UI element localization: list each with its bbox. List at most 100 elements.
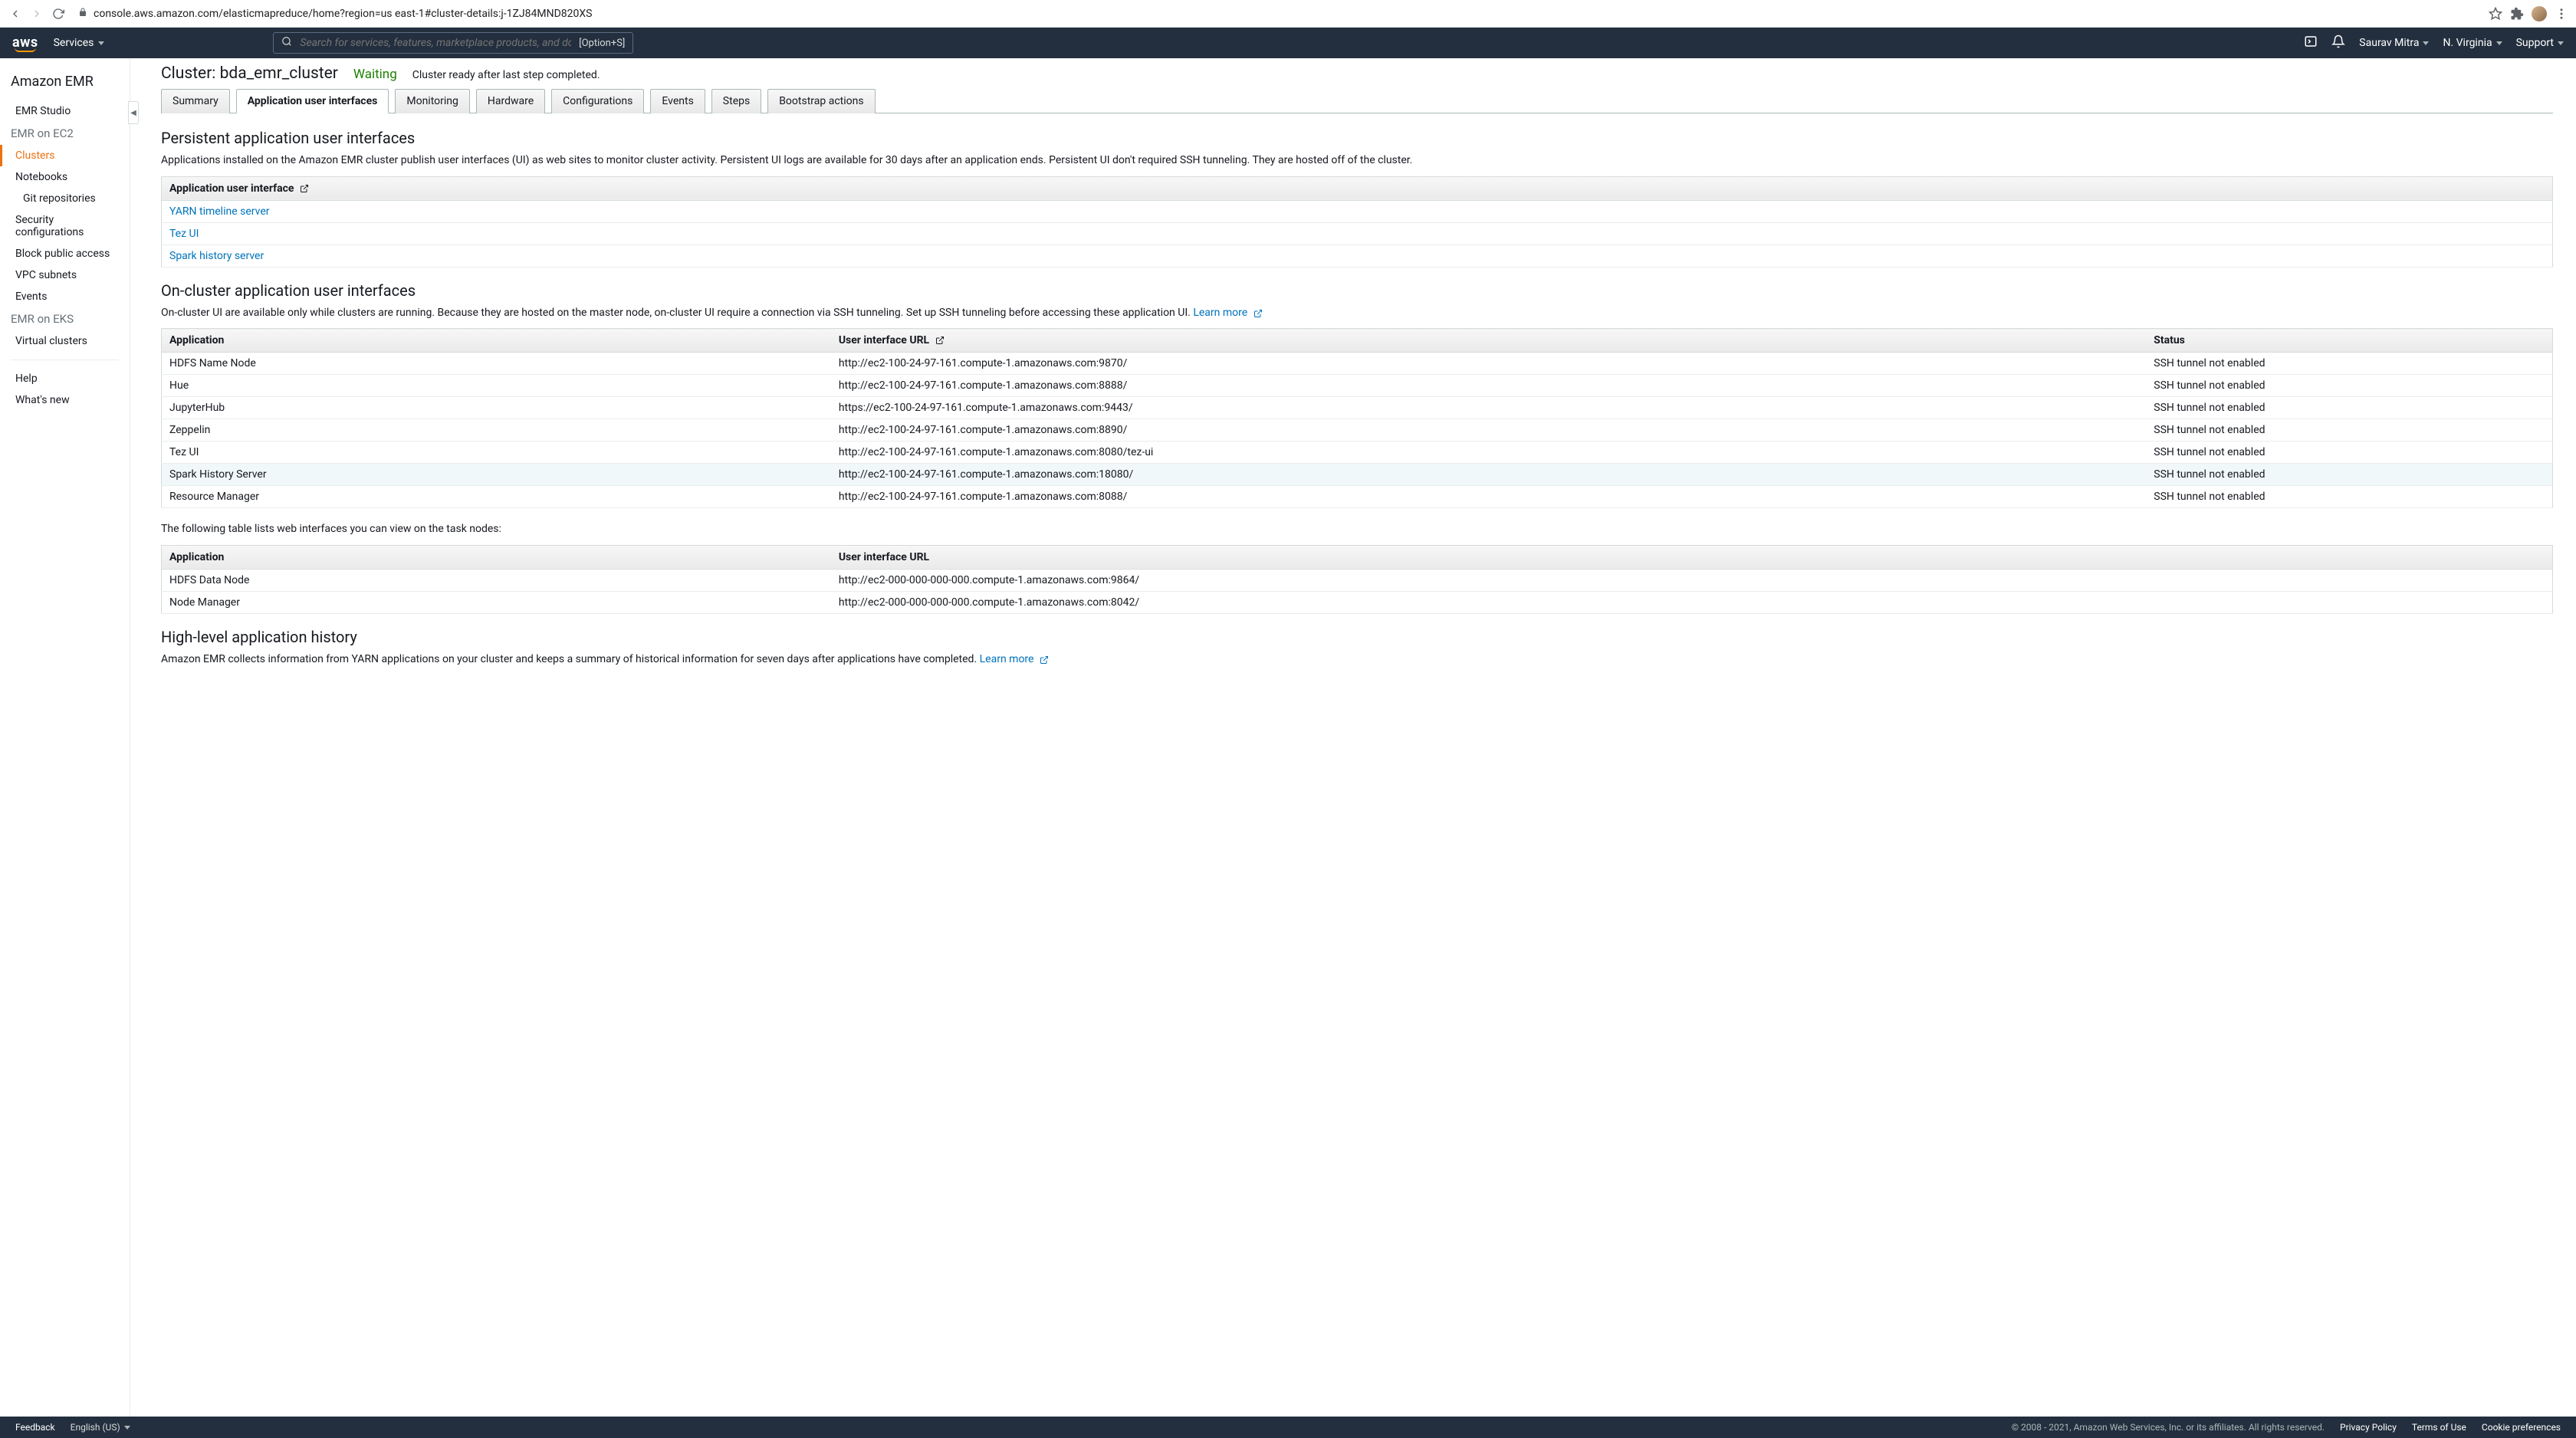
tab-bar: SummaryApplication user interfacesMonito…	[161, 89, 2553, 113]
sidebar-item[interactable]: Events	[0, 286, 130, 307]
sidebar-item[interactable]: What's new	[0, 389, 130, 411]
table-row: HDFS Data Nodehttp://ec2-000-000-000-000…	[162, 569, 2553, 591]
extensions-icon[interactable]	[2510, 7, 2524, 21]
table-row: HDFS Name Nodehttp://ec2-100-24-97-161.c…	[162, 353, 2553, 375]
cell-app: Tez UI	[162, 442, 831, 464]
sidebar-item[interactable]: Git repositories	[0, 188, 130, 209]
cell-url: http://ec2-100-24-97-161.compute-1.amazo…	[831, 375, 2146, 397]
cell-url: http://ec2-100-24-97-161.compute-1.amazo…	[831, 442, 2146, 464]
tab[interactable]: Summary	[161, 89, 230, 113]
cell-app: Hue	[162, 375, 831, 397]
learn-more-link[interactable]: Learn more	[1193, 307, 1262, 319]
browser-chrome: console.aws.amazon.com/elasticmapreduce/…	[0, 0, 2576, 28]
app-ui-link[interactable]: Tez UI	[169, 228, 199, 240]
cell-app: HDFS Name Node	[162, 353, 831, 375]
tab[interactable]: Application user interfaces	[236, 89, 389, 113]
support-menu[interactable]: Support	[2516, 37, 2564, 49]
cell-app: JupyterHub	[162, 397, 831, 419]
tab[interactable]: Configurations	[551, 89, 644, 113]
page-title: Cluster: bda_emr_cluster	[161, 64, 338, 83]
browser-menu-icon[interactable]	[2555, 7, 2568, 21]
privacy-link[interactable]: Privacy Policy	[2340, 1422, 2397, 1433]
support-label: Support	[2516, 37, 2554, 49]
caret-down-icon	[2496, 41, 2502, 45]
tasknodes-table: Application User interface URL HDFS Data…	[161, 545, 2553, 614]
sidebar-item[interactable]: Virtual clusters	[0, 330, 130, 352]
oncluster-desc: On-cluster UI are available only while c…	[161, 306, 2553, 321]
app-ui-link[interactable]: Spark history server	[169, 250, 264, 262]
table-row: JupyterHubhttps://ec2-100-24-97-161.comp…	[162, 397, 2553, 419]
cell-status: SSH tunnel not enabled	[2146, 442, 2552, 464]
col-application: Application	[162, 329, 831, 353]
sidebar-item[interactable]: Security configurations	[0, 209, 130, 243]
cell-url: http://ec2-100-24-97-161.compute-1.amazo…	[831, 353, 2146, 375]
sidebar-item[interactable]: VPC subnets	[0, 264, 130, 286]
caret-down-icon	[2558, 41, 2564, 45]
account-name: Saurav Mitra	[2359, 37, 2419, 49]
tab[interactable]: Steps	[711, 89, 761, 113]
feedback-link[interactable]: Feedback	[15, 1422, 55, 1433]
browser-url-bar[interactable]: console.aws.amazon.com/elasticmapreduce/…	[72, 5, 2482, 23]
sidebar-section-label: EMR on EC2	[0, 122, 130, 145]
aws-logo[interactable]: aws	[12, 34, 38, 52]
learn-more-link[interactable]: Learn more	[980, 653, 1049, 665]
cookies-link[interactable]: Cookie preferences	[2482, 1422, 2561, 1433]
sidebar-section-label: EMR on EKS	[0, 307, 130, 330]
notifications-icon[interactable]	[2331, 34, 2345, 51]
star-icon[interactable]	[2489, 7, 2502, 21]
console-footer: Feedback English (US) © 2008 - 2021, Ama…	[0, 1417, 2576, 1438]
language-selector[interactable]: English (US)	[71, 1422, 130, 1433]
external-link-icon	[935, 336, 945, 345]
cell-status: SSH tunnel not enabled	[2146, 486, 2552, 508]
tab[interactable]: Bootstrap actions	[767, 89, 875, 113]
browser-back-button[interactable]	[8, 6, 23, 21]
main-content: Cluster: bda_emr_cluster Waiting Cluster…	[130, 58, 2576, 1417]
search-shortcut: [Option+S]	[579, 38, 625, 49]
external-link-icon	[1040, 655, 1049, 664]
sidebar-item[interactable]: Notebooks	[0, 166, 130, 188]
cell-url: https://ec2-100-24-97-161.compute-1.amaz…	[831, 397, 2146, 419]
cell-status: SSH tunnel not enabled	[2146, 397, 2552, 419]
terms-link[interactable]: Terms of Use	[2412, 1422, 2466, 1433]
sidebar-item[interactable]: Clusters	[0, 145, 130, 166]
cell-url: http://ec2-000-000-000-000.compute-1.ama…	[831, 569, 2553, 591]
history-heading: High-level application history	[161, 628, 2553, 646]
caret-down-icon	[124, 1426, 130, 1430]
col-url: User interface URL	[831, 329, 2146, 353]
region-menu[interactable]: N. Virginia	[2443, 37, 2502, 49]
external-link-icon	[300, 184, 309, 193]
browser-profile-avatar[interactable]	[2532, 6, 2547, 21]
tasknodes-intro: The following table lists web interfaces…	[161, 522, 2553, 537]
services-label: Services	[54, 37, 94, 49]
tab[interactable]: Events	[650, 89, 705, 113]
caret-down-icon	[2423, 41, 2429, 45]
persistent-ui-table: Application user interface YARN timeline…	[161, 176, 2553, 268]
cloudshell-icon[interactable]	[2304, 34, 2318, 51]
cell-app: HDFS Data Node	[162, 569, 831, 591]
cell-app: Resource Manager	[162, 486, 831, 508]
browser-reload-button[interactable]	[51, 6, 66, 21]
cell-url: http://ec2-000-000-000-000.compute-1.ama…	[831, 591, 2553, 613]
sidebar-item[interactable]: Block public access	[0, 243, 130, 264]
col-url: User interface URL	[831, 545, 2553, 569]
table-row: Huehttp://ec2-100-24-97-161.compute-1.am…	[162, 375, 2553, 397]
browser-url-text: console.aws.amazon.com/elasticmapreduce/…	[94, 8, 592, 20]
global-search[interactable]: [Option+S]	[273, 32, 633, 54]
persistent-heading: Persistent application user interfaces	[161, 129, 2553, 147]
table-row: Spark history server	[162, 245, 2553, 267]
cell-status: SSH tunnel not enabled	[2146, 353, 2552, 375]
services-menu[interactable]: Services	[54, 37, 105, 49]
tab[interactable]: Monitoring	[395, 89, 470, 113]
global-search-input[interactable]	[300, 37, 571, 49]
account-menu[interactable]: Saurav Mitra	[2359, 37, 2429, 49]
external-link-icon	[1254, 308, 1263, 317]
copyright: © 2008 - 2021, Amazon Web Services, Inc.…	[2012, 1422, 2325, 1433]
tab[interactable]: Hardware	[476, 89, 545, 113]
persistent-desc: Applications installed on the Amazon EMR…	[161, 153, 2553, 169]
table-row: Resource Managerhttp://ec2-100-24-97-161…	[162, 486, 2553, 508]
app-ui-link[interactable]: YARN timeline server	[169, 205, 269, 218]
cluster-status-msg: Cluster ready after last step completed.	[412, 69, 600, 81]
sidebar-item[interactable]: Help	[0, 368, 130, 389]
sidebar-item[interactable]: EMR Studio	[0, 100, 130, 122]
sidebar-collapse-handle[interactable]: ◀	[128, 101, 139, 124]
